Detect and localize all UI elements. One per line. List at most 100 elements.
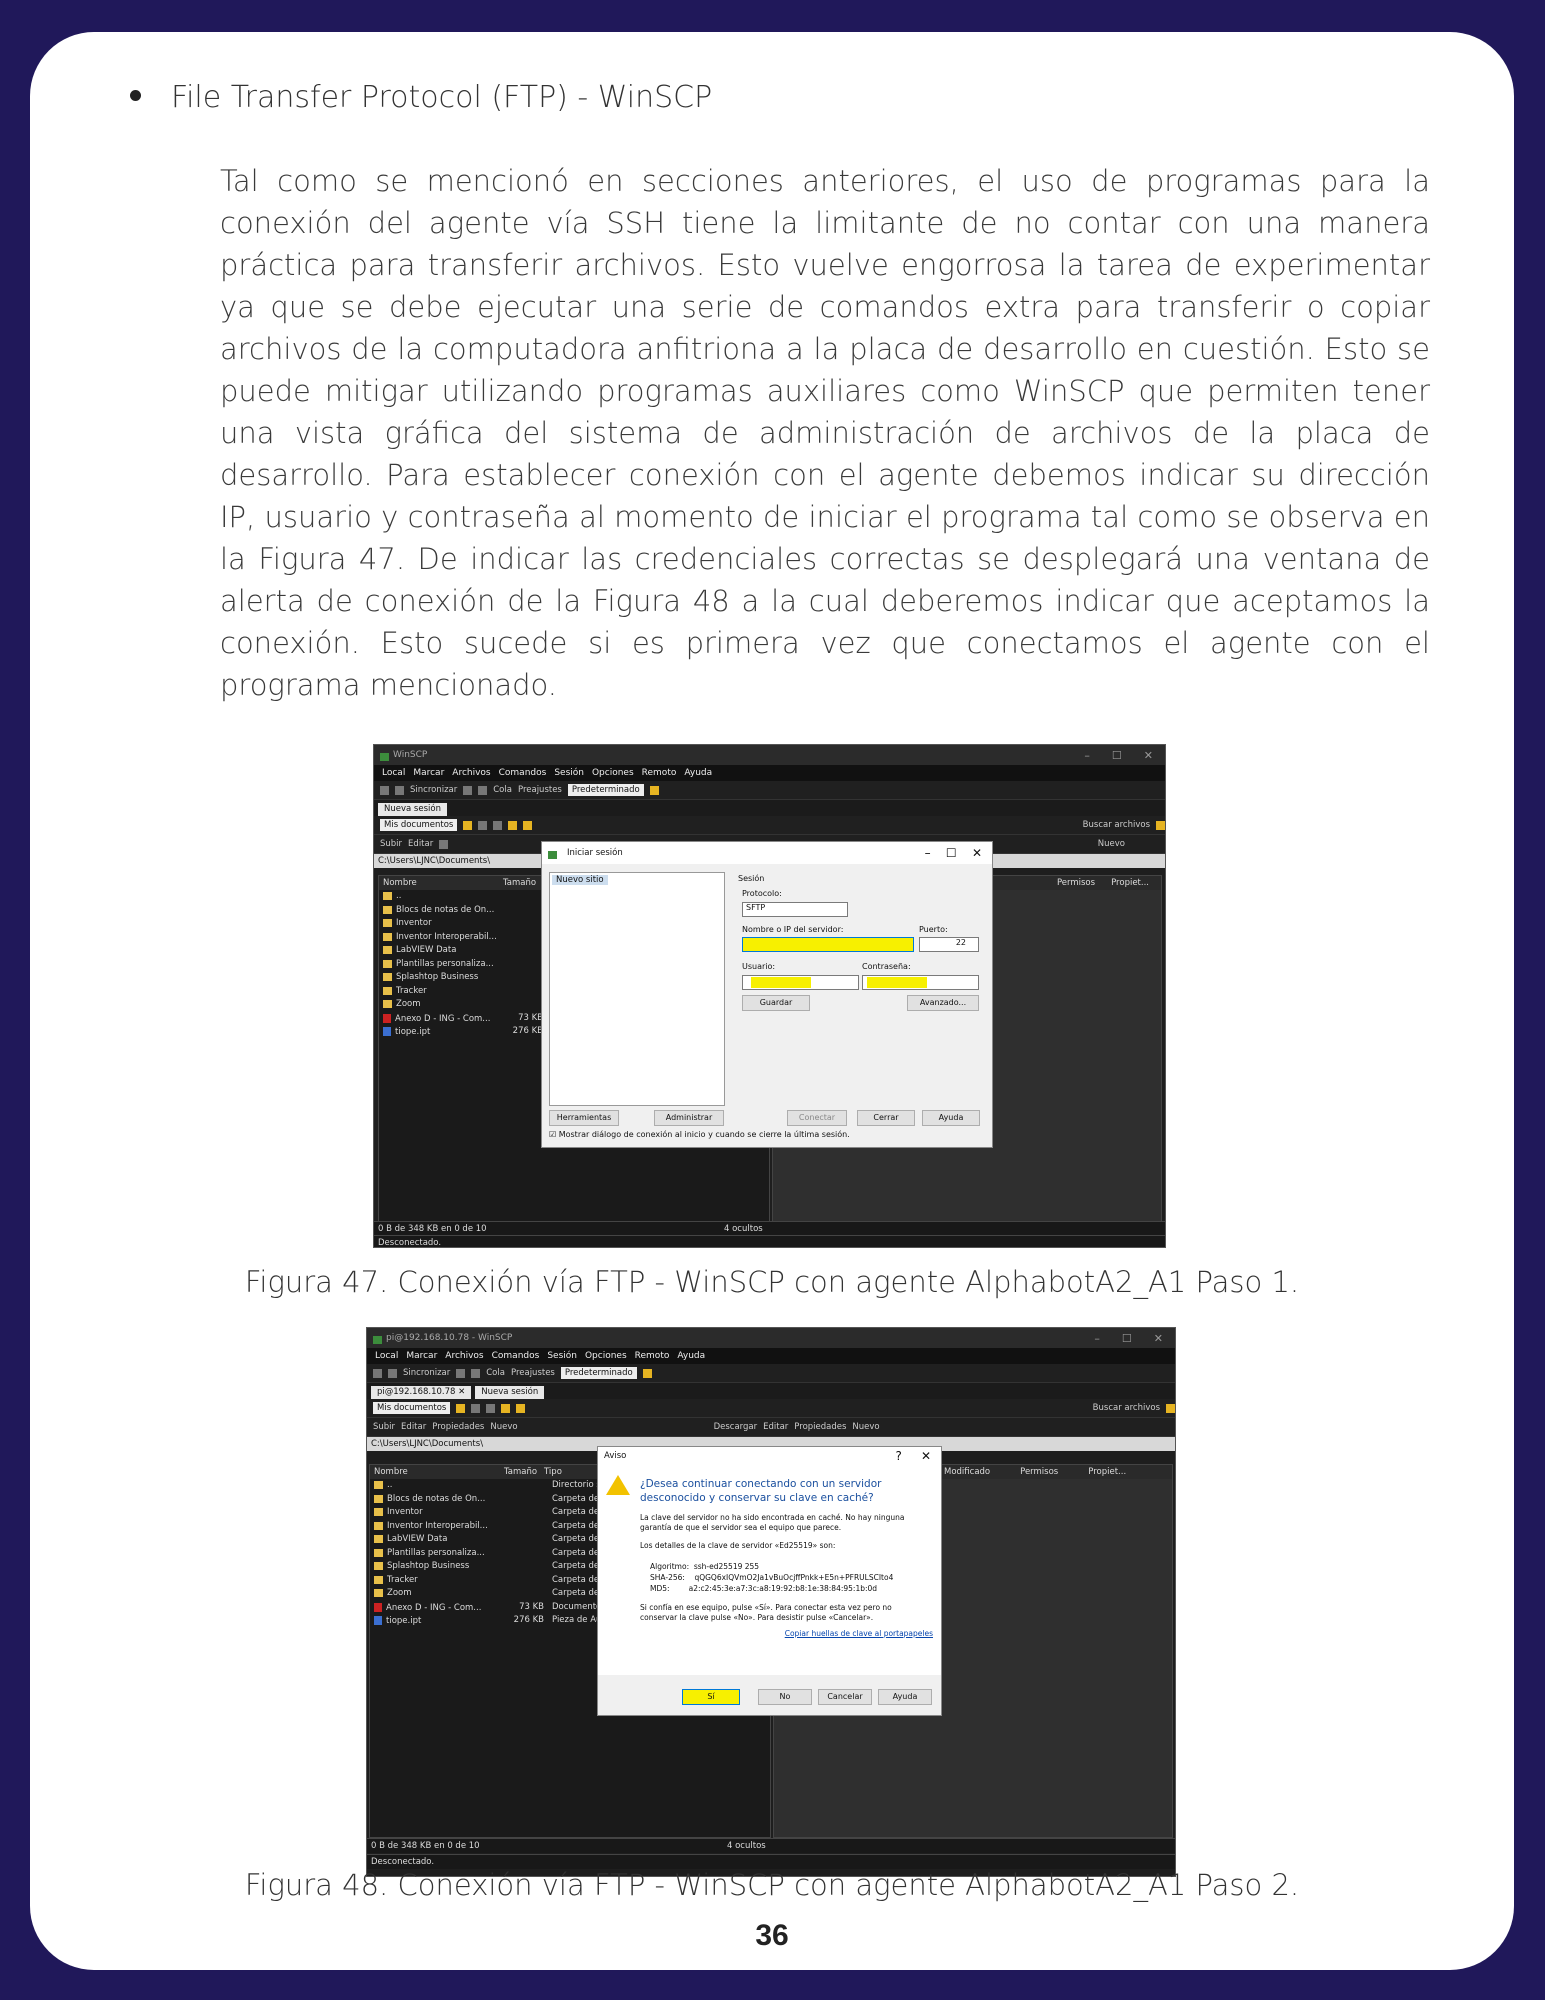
edit-button[interactable]: Editar: [401, 1422, 426, 1432]
toolbar-icon[interactable]: [388, 1368, 397, 1378]
sync-button[interactable]: Sincronizar: [403, 1368, 450, 1378]
cancel-button[interactable]: Cancelar: [818, 1689, 872, 1705]
col-name[interactable]: Nombre: [374, 1465, 504, 1479]
menu-remoto[interactable]: Remoto: [642, 768, 677, 778]
password-input[interactable]: [862, 975, 979, 990]
show-dialog-checkbox[interactable]: ☑ Mostrar diálogo de conexión al inicio …: [549, 1130, 850, 1139]
sync-button[interactable]: Sincronizar: [410, 785, 457, 795]
protocol-select[interactable]: SFTP: [742, 902, 848, 917]
find-files-button[interactable]: Buscar archivos: [1093, 1403, 1160, 1413]
advanced-button[interactable]: Avanzado...: [907, 995, 979, 1011]
menu-local[interactable]: Local: [375, 1351, 398, 1361]
col-size[interactable]: Tamaño: [504, 1465, 544, 1479]
close-icon[interactable]: ✕: [1154, 1332, 1163, 1345]
help-button[interactable]: Ayuda: [878, 1689, 932, 1705]
upload-button[interactable]: Subir: [380, 839, 402, 849]
manage-button[interactable]: Administrar: [654, 1110, 724, 1126]
col-owner[interactable]: Propiet...: [1111, 876, 1149, 890]
folder-icon[interactable]: [516, 1403, 526, 1413]
folder-icon[interactable]: [456, 1403, 466, 1413]
gear-icon[interactable]: [471, 1368, 481, 1378]
preset-select[interactable]: Predeterminado: [560, 1367, 637, 1379]
yes-button[interactable]: Sí: [682, 1689, 740, 1705]
menu-archivos[interactable]: Archivos: [445, 1351, 483, 1361]
menu-sesion[interactable]: Sesión: [547, 1351, 577, 1361]
download-button[interactable]: Descargar: [714, 1422, 758, 1432]
local-dir-select[interactable]: Mis documentos: [373, 1402, 451, 1414]
toolbar-icon[interactable]: [395, 785, 404, 795]
col-owner[interactable]: Propiet...: [1088, 1465, 1126, 1479]
maximize-icon[interactable]: ☐: [1112, 749, 1122, 762]
toolbar-icon[interactable]: [642, 1368, 652, 1378]
preset-select[interactable]: Predeterminado: [567, 784, 644, 796]
col-modified[interactable]: Modificado: [944, 1465, 990, 1479]
menu-marcar[interactable]: Marcar: [413, 768, 444, 778]
filter-icon[interactable]: [471, 1403, 481, 1413]
user-input[interactable]: [742, 975, 859, 990]
menu-ayuda[interactable]: Ayuda: [684, 768, 712, 778]
col-type[interactable]: Tipo: [544, 1465, 562, 1479]
find-files-button[interactable]: Buscar archivos: [1083, 820, 1150, 830]
host-input[interactable]: [742, 937, 914, 952]
col-perms[interactable]: Permisos: [1020, 1465, 1058, 1479]
close-button[interactable]: Cerrar: [857, 1110, 915, 1126]
menu-opciones[interactable]: Opciones: [585, 1351, 627, 1361]
toolbar-icon[interactable]: [463, 785, 473, 795]
menu-sesion[interactable]: Sesión: [554, 768, 584, 778]
queue-button[interactable]: Cola: [493, 785, 512, 795]
remote-properties-button[interactable]: Propiedades: [794, 1422, 846, 1432]
col-name[interactable]: Nombre: [383, 876, 503, 890]
connect-button[interactable]: Conectar: [787, 1110, 847, 1126]
minimize-icon[interactable]: –: [1084, 749, 1090, 762]
help-button[interactable]: Ayuda: [922, 1110, 980, 1126]
remote-edit-button[interactable]: Editar: [763, 1422, 788, 1432]
site-tree[interactable]: Nuevo sitio: [549, 872, 725, 1106]
edit-button[interactable]: Editar: [408, 839, 433, 849]
menu-marcar[interactable]: Marcar: [406, 1351, 437, 1361]
close-icon[interactable]: ? ✕: [896, 1449, 942, 1463]
no-button[interactable]: No: [758, 1689, 812, 1705]
menu-ayuda[interactable]: Ayuda: [677, 1351, 705, 1361]
tab-new-session[interactable]: Nueva sesión: [378, 803, 447, 816]
toolbar-icon[interactable]: [380, 785, 389, 795]
menu-opciones[interactable]: Opciones: [592, 768, 634, 778]
port-input[interactable]: 22: [919, 937, 979, 952]
toolbar-icon[interactable]: [456, 1368, 466, 1378]
delete-icon[interactable]: [439, 839, 449, 849]
upload-button[interactable]: Subir: [373, 1422, 395, 1432]
toolbar-icon[interactable]: [373, 1368, 382, 1378]
tools-button[interactable]: Herramientas: [549, 1110, 619, 1126]
back-icon[interactable]: [486, 1403, 496, 1413]
back-icon[interactable]: [493, 820, 503, 830]
folder-icon[interactable]: [501, 1403, 511, 1413]
tab-new-session[interactable]: Nueva sesión: [475, 1386, 545, 1399]
folder-icon[interactable]: [523, 820, 533, 830]
menu-local[interactable]: Local: [382, 768, 405, 778]
folder-icon[interactable]: [463, 820, 473, 830]
new-button[interactable]: Nuevo: [490, 1422, 517, 1432]
site-new[interactable]: Nuevo sitio: [552, 875, 608, 885]
gear-icon[interactable]: [478, 785, 488, 795]
toolbar-icon[interactable]: [1156, 820, 1165, 830]
col-size[interactable]: Tamaño: [503, 876, 536, 890]
properties-button[interactable]: Propiedades: [432, 1422, 484, 1432]
queue-button[interactable]: Cola: [486, 1368, 505, 1378]
new-button[interactable]: Nuevo: [1098, 839, 1125, 849]
folder-icon[interactable]: [508, 820, 518, 830]
save-button[interactable]: Guardar: [742, 995, 810, 1011]
toolbar-icon[interactable]: [1166, 1403, 1175, 1413]
filter-icon[interactable]: [478, 820, 488, 830]
local-dir-select[interactable]: Mis documentos: [380, 819, 458, 831]
menu-comandos[interactable]: Comandos: [492, 1351, 540, 1361]
tab-session[interactable]: pi@192.168.10.78 ✕: [371, 1386, 472, 1399]
close-icon[interactable]: ✕: [1144, 749, 1153, 762]
col-perms[interactable]: Permisos: [1057, 876, 1095, 890]
maximize-icon[interactable]: ☐: [1122, 1332, 1132, 1345]
copy-fingerprint-link[interactable]: Copiar huellas de clave al portapapeles: [785, 1629, 933, 1638]
menu-comandos[interactable]: Comandos: [499, 768, 547, 778]
menu-archivos[interactable]: Archivos: [452, 768, 490, 778]
close-icon[interactable]: – ☐ ✕: [925, 846, 992, 860]
toolbar-icon[interactable]: [649, 785, 659, 795]
menu-remoto[interactable]: Remoto: [635, 1351, 670, 1361]
remote-new-button[interactable]: Nuevo: [852, 1422, 879, 1432]
